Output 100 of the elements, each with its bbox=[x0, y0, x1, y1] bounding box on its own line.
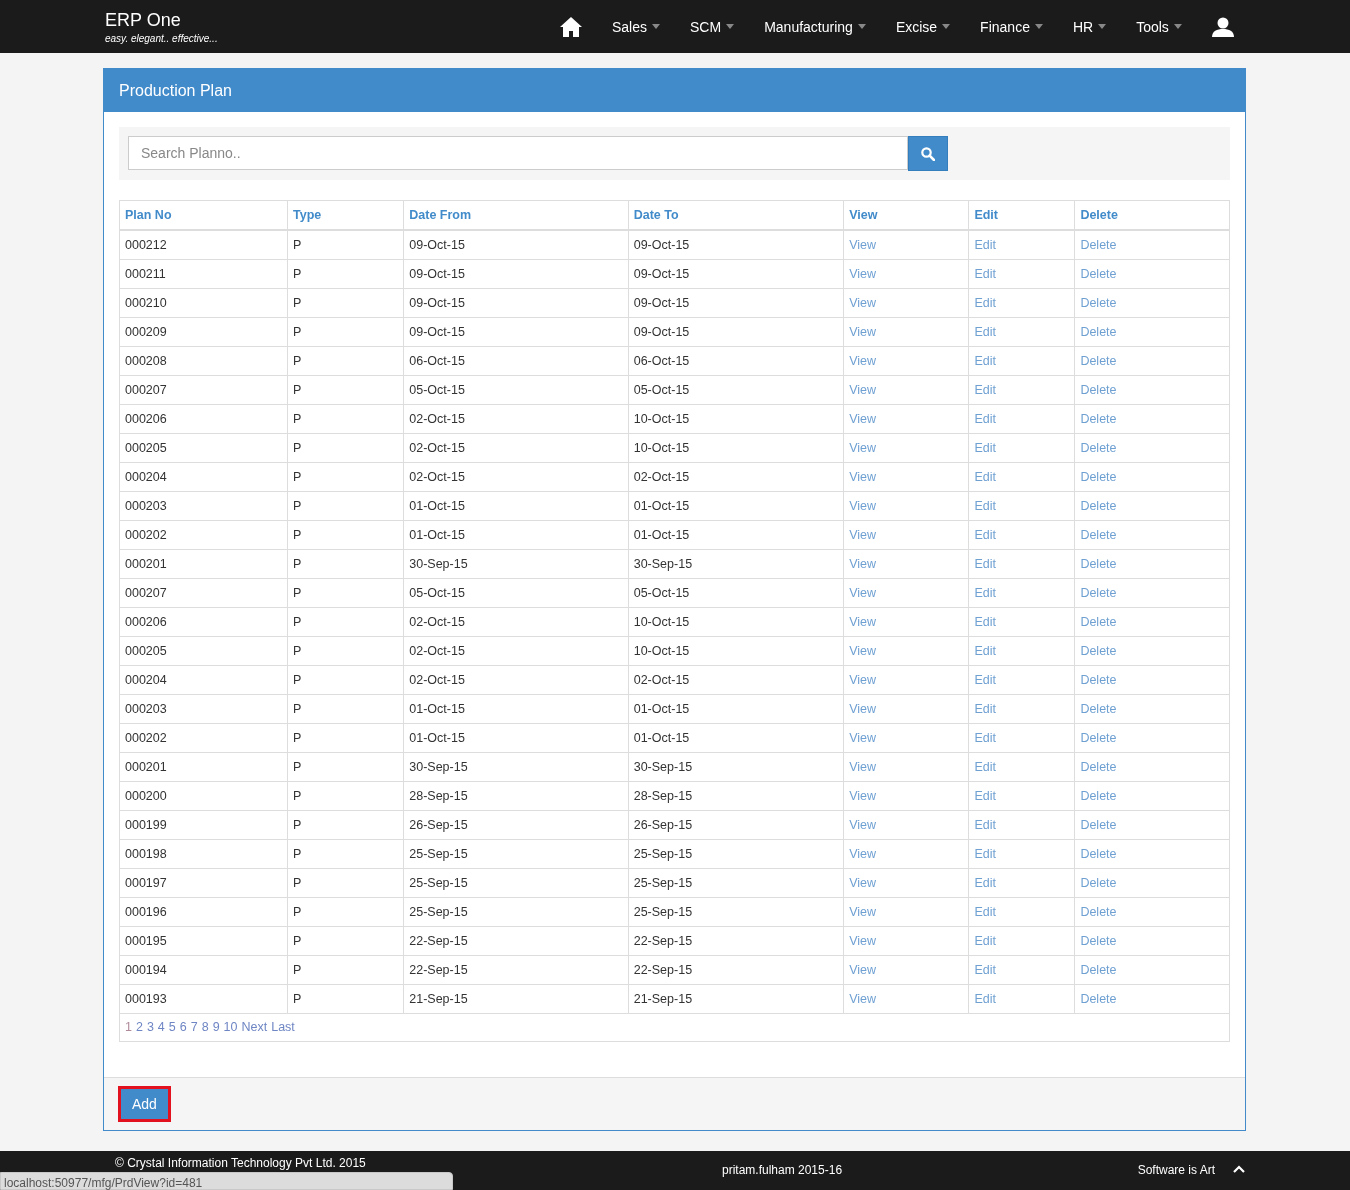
row-link[interactable]: Delete bbox=[1080, 702, 1117, 716]
row-link[interactable]: Edit bbox=[974, 963, 996, 977]
row-link[interactable]: Delete bbox=[1080, 499, 1117, 513]
nav-menu-item[interactable]: Finance bbox=[965, 18, 1058, 35]
row-link[interactable]: Delete bbox=[1080, 818, 1117, 832]
row-link[interactable]: Edit bbox=[974, 528, 996, 542]
page-link[interactable]: 1 bbox=[125, 1020, 132, 1034]
row-link[interactable]: View bbox=[849, 296, 877, 310]
row-link[interactable]: View bbox=[849, 354, 877, 368]
row-link[interactable]: Delete bbox=[1080, 586, 1117, 600]
row-link[interactable]: View bbox=[849, 731, 877, 745]
nav-menu-item[interactable]: SCM bbox=[675, 18, 750, 35]
row-link[interactable]: Edit bbox=[974, 441, 996, 455]
page-link[interactable]: 7 bbox=[190, 1020, 198, 1034]
row-link[interactable]: View bbox=[849, 238, 877, 252]
row-link[interactable]: View bbox=[849, 557, 877, 571]
row-link[interactable]: View bbox=[849, 992, 877, 1006]
row-link[interactable]: Edit bbox=[974, 354, 996, 368]
row-link[interactable]: View bbox=[849, 644, 877, 658]
nav-menu-item[interactable]: Tools bbox=[1121, 18, 1197, 35]
row-link[interactable]: Delete bbox=[1080, 876, 1117, 890]
row-link[interactable]: Delete bbox=[1080, 847, 1117, 861]
row-link[interactable]: Edit bbox=[974, 615, 996, 629]
row-link[interactable]: Edit bbox=[974, 992, 996, 1006]
page-link[interactable]: 6 bbox=[179, 1020, 187, 1034]
row-link[interactable]: Delete bbox=[1080, 238, 1117, 252]
page-link[interactable]: 8 bbox=[201, 1020, 209, 1034]
row-link[interactable]: View bbox=[849, 412, 877, 426]
row-link[interactable]: Edit bbox=[974, 412, 996, 426]
row-link[interactable]: Edit bbox=[974, 644, 996, 658]
row-link[interactable]: Delete bbox=[1080, 267, 1117, 281]
nav-menu-item[interactable]: Sales bbox=[597, 18, 676, 35]
row-link[interactable]: Edit bbox=[974, 325, 996, 339]
page-link[interactable]: 2 bbox=[135, 1020, 143, 1034]
row-link[interactable]: Delete bbox=[1080, 934, 1117, 948]
row-link[interactable]: Delete bbox=[1080, 905, 1117, 919]
row-link[interactable]: View bbox=[849, 789, 877, 803]
nav-menu-item[interactable]: Excise bbox=[880, 18, 966, 35]
row-link[interactable]: Delete bbox=[1080, 673, 1117, 687]
row-link[interactable]: Delete bbox=[1080, 557, 1117, 571]
row-link[interactable]: Edit bbox=[974, 586, 996, 600]
row-link[interactable]: Delete bbox=[1080, 296, 1117, 310]
row-link[interactable]: Edit bbox=[974, 296, 996, 310]
page-link[interactable]: Last bbox=[271, 1020, 295, 1034]
row-link[interactable]: Edit bbox=[974, 818, 996, 832]
row-link[interactable]: View bbox=[849, 383, 877, 397]
row-link[interactable]: View bbox=[849, 963, 877, 977]
row-link[interactable]: View bbox=[849, 325, 877, 339]
row-link[interactable]: Delete bbox=[1080, 644, 1117, 658]
row-link[interactable]: View bbox=[849, 702, 877, 716]
row-link[interactable]: Edit bbox=[974, 702, 996, 716]
row-link[interactable]: Delete bbox=[1080, 383, 1117, 397]
row-link[interactable]: Edit bbox=[974, 238, 996, 252]
page-link[interactable]: 5 bbox=[168, 1020, 176, 1034]
row-link[interactable]: View bbox=[849, 934, 877, 948]
row-link[interactable]: View bbox=[849, 470, 877, 484]
row-link[interactable]: Delete bbox=[1080, 963, 1117, 977]
row-link[interactable]: Delete bbox=[1080, 470, 1117, 484]
row-link[interactable]: Delete bbox=[1080, 528, 1117, 542]
row-link[interactable]: Delete bbox=[1080, 441, 1117, 455]
row-link[interactable]: Delete bbox=[1080, 731, 1117, 745]
row-link[interactable]: View bbox=[849, 441, 877, 455]
row-link[interactable]: View bbox=[849, 586, 877, 600]
page-link[interactable]: 3 bbox=[146, 1020, 154, 1034]
row-link[interactable]: Edit bbox=[974, 905, 996, 919]
row-link[interactable]: View bbox=[849, 267, 877, 281]
row-link[interactable]: View bbox=[849, 615, 877, 629]
row-link[interactable]: Delete bbox=[1080, 992, 1117, 1006]
row-link[interactable]: Edit bbox=[974, 760, 996, 774]
row-link[interactable]: View bbox=[849, 818, 877, 832]
row-link[interactable]: View bbox=[849, 673, 877, 687]
row-link[interactable]: Delete bbox=[1080, 354, 1117, 368]
row-link[interactable]: Delete bbox=[1080, 760, 1117, 774]
row-link[interactable]: Edit bbox=[974, 789, 996, 803]
row-link[interactable]: Edit bbox=[974, 557, 996, 571]
nav-menu-item[interactable]: HR bbox=[1057, 18, 1122, 35]
row-link[interactable]: Edit bbox=[974, 499, 996, 513]
row-link[interactable]: Edit bbox=[974, 470, 996, 484]
row-link[interactable]: Delete bbox=[1080, 412, 1117, 426]
row-link[interactable]: Edit bbox=[974, 934, 996, 948]
row-link[interactable]: View bbox=[849, 876, 877, 890]
row-link[interactable]: View bbox=[849, 760, 877, 774]
nav-menu-item[interactable]: Manufacturing bbox=[749, 18, 881, 35]
search-button[interactable] bbox=[908, 136, 948, 171]
row-link[interactable]: View bbox=[849, 528, 877, 542]
row-link[interactable]: View bbox=[849, 905, 877, 919]
row-link[interactable]: Delete bbox=[1080, 615, 1117, 629]
row-link[interactable]: Edit bbox=[974, 267, 996, 281]
row-link[interactable]: View bbox=[849, 499, 877, 513]
row-link[interactable]: Edit bbox=[974, 673, 996, 687]
row-link[interactable]: Edit bbox=[974, 876, 996, 890]
row-link[interactable]: Edit bbox=[974, 731, 996, 745]
page-link[interactable]: 9 bbox=[212, 1020, 220, 1034]
row-link[interactable]: Edit bbox=[974, 383, 996, 397]
row-link[interactable]: Delete bbox=[1080, 789, 1117, 803]
page-link[interactable]: 10 bbox=[223, 1020, 238, 1034]
search-field[interactable]: Search Planno.. bbox=[128, 136, 908, 170]
page-link[interactable]: 4 bbox=[157, 1020, 165, 1034]
row-link[interactable]: View bbox=[849, 847, 877, 861]
add-button[interactable]: Add bbox=[118, 1086, 171, 1122]
